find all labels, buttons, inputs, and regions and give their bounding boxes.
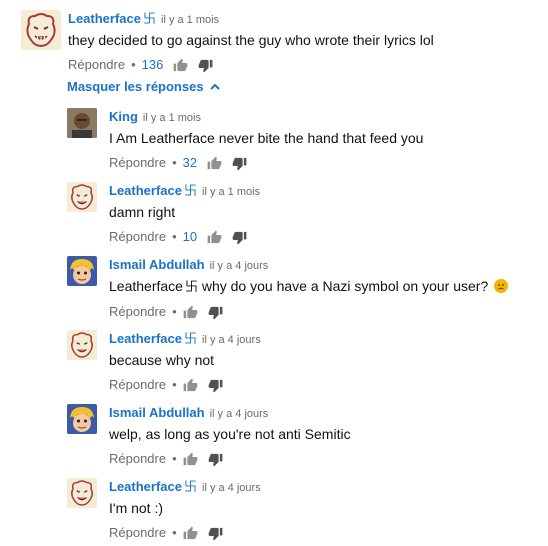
thumbs-up-icon[interactable] [207,156,222,171]
user-symbol: 卐 [183,479,197,494]
like-count: 32 [182,155,198,170]
mention-name: Leatherface [109,278,183,294]
reply-button[interactable]: Répondre [109,303,166,321]
mention-symbol: 卐 [184,279,198,294]
comment-author[interactable]: Leatherface [109,479,182,494]
comment-time[interactable]: il y a 4 jours [210,260,269,272]
comment-text: I Am Leatherface never bite the hand tha… [109,130,424,146]
separator: • [172,229,177,244]
comment-author[interactable]: Ismail Abdullah [109,405,205,420]
separator: • [172,377,177,392]
reply-button[interactable]: Répondre [109,524,166,542]
thumbs-up-icon[interactable] [183,452,198,467]
hide-replies-label: Masquer les réponses [67,79,204,94]
comment-author[interactable]: Leatherface [109,183,182,198]
hide-replies-button[interactable]: Masquer les réponses [67,79,220,95]
thumbs-down-icon[interactable] [232,230,247,245]
comment-time[interactable]: il y a 1 mois [202,186,260,198]
chevron-up-icon [209,79,220,95]
user-symbol: 卐 [142,11,156,26]
thumbs-up-icon[interactable] [173,58,188,73]
lion-avatar[interactable] [67,182,97,212]
comment-author[interactable]: Ismail Abdullah [109,257,205,272]
comment-time[interactable]: il y a 1 mois [161,14,219,26]
thumbs-down-icon[interactable] [208,452,223,467]
worried-face-emoji [494,279,509,293]
reply-button[interactable]: Répondre [109,376,166,394]
reply-button[interactable]: Répondre [68,56,125,74]
lion-avatar[interactable] [67,478,97,508]
thumbs-down-icon[interactable] [232,156,247,171]
reply-button[interactable]: Répondre [109,450,166,468]
comment-time[interactable]: il y a 4 jours [210,408,269,420]
thumbs-up-icon[interactable] [183,305,198,320]
separator: • [172,155,177,170]
thumbs-up-icon[interactable] [183,526,198,541]
comment-text: Leatherface 卐 why do you have a Nazi symb… [109,276,509,297]
lion-avatar[interactable] [21,10,61,50]
cartoon-avatar[interactable] [67,256,97,286]
comment-text: welp, as long as you're not anti Semitic [109,426,351,442]
separator: • [172,451,177,466]
reply-button[interactable]: Répondre [109,228,166,246]
portrait-avatar[interactable] [67,108,97,138]
cartoon-avatar[interactable] [67,404,97,434]
separator: • [131,57,136,72]
comment-text: they decided to go against the guy who w… [68,32,434,48]
thumbs-down-icon[interactable] [208,305,223,320]
comment-text: because why not [109,352,215,368]
like-count: 136 [141,57,164,72]
comment-text-body: why do you have a Nazi symbol on your us… [201,278,489,294]
lion-avatar[interactable] [67,330,97,360]
comment-time[interactable]: il y a 4 jours [202,334,261,346]
comment-author[interactable]: King [109,109,138,124]
comment-author[interactable]: Leatherface [109,331,182,346]
thumbs-up-icon[interactable] [207,230,222,245]
like-count: 10 [182,229,198,244]
comment-time[interactable]: il y a 1 mois [143,112,201,124]
thumbs-down-icon[interactable] [208,526,223,541]
thumbs-down-icon[interactable] [198,58,213,73]
thumbs-up-icon[interactable] [183,378,198,393]
separator: • [172,304,177,319]
user-symbol: 卐 [183,183,197,198]
separator: • [172,525,177,540]
comment-text: damn right [109,204,176,220]
comment-text: I'm not :) [109,500,164,516]
thumbs-down-icon[interactable] [208,378,223,393]
user-symbol: 卐 [183,331,197,346]
comment-time[interactable]: il y a 4 jours [202,482,261,494]
comment-author[interactable]: Leatherface [68,11,141,26]
reply-button[interactable]: Répondre [109,154,166,172]
